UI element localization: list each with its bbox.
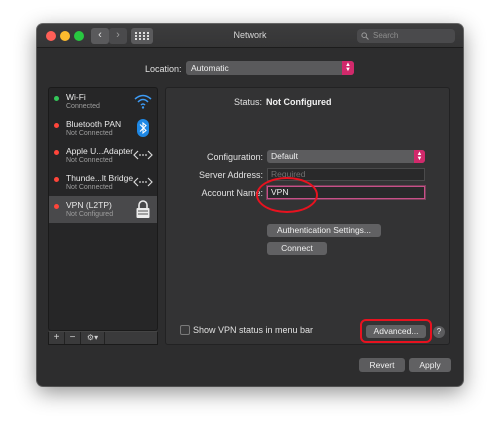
server-address-field[interactable]: Required <box>267 168 425 181</box>
service-item-bluetooth-pan[interactable]: Bluetooth PAN Not Connected <box>49 115 157 142</box>
network-preferences-window: ‹ › Network Search Location: Automatic ▲… <box>37 24 463 386</box>
location-value: Automatic <box>191 63 229 73</box>
account-name-label: Account Name: <box>201 188 263 198</box>
vpn-details-panel <box>165 87 450 345</box>
show-vpn-status-checkbox[interactable] <box>180 325 190 335</box>
connect-button[interactable]: Connect <box>267 242 327 255</box>
revert-button[interactable]: Revert <box>359 358 405 372</box>
status-label: Status: <box>234 97 263 107</box>
status-value: Not Configured <box>266 97 332 107</box>
status-dot <box>54 96 59 101</box>
show-vpn-status-label: Show VPN status in menu bar <box>193 325 314 335</box>
status-dot <box>54 204 59 209</box>
configuration-label: Configuration: <box>206 152 263 162</box>
status-dot <box>54 123 59 128</box>
add-service-button[interactable]: + <box>49 332 65 344</box>
service-item-thunderbolt-bridge[interactable]: Thunde...lt Bridge Not Connected <box>49 169 157 196</box>
location-label: Location: <box>145 64 182 74</box>
configuration-value: Default <box>271 151 298 161</box>
title-bar: ‹ › Network Search <box>37 24 463 48</box>
status-dot <box>54 177 59 182</box>
search-placeholder: Search <box>373 31 399 40</box>
vpn-lock-icon <box>136 200 150 218</box>
remove-service-button[interactable]: − <box>65 332 81 344</box>
server-address-label: Server Address: <box>198 170 263 180</box>
gear-menu-button[interactable]: ⚙▾ <box>81 332 105 344</box>
select-arrows-icon: ▲ ▼ <box>342 61 354 75</box>
account-name-field[interactable]: VPN <box>267 186 425 199</box>
wifi-icon <box>134 94 152 109</box>
ethernet-icon <box>133 177 153 187</box>
help-button[interactable]: ? <box>433 326 445 338</box>
search-icon <box>361 32 369 40</box>
status-dot <box>54 150 59 155</box>
search-field[interactable]: Search <box>357 29 455 43</box>
service-list: Wi-Fi Connected Bluetooth PAN Not Connec… <box>48 87 158 331</box>
authentication-settings-button[interactable]: Authentication Settings... <box>267 224 381 237</box>
select-arrows-icon: ▲ ▼ <box>414 150 425 163</box>
service-item-vpn-l2tp[interactable]: VPN (L2TP) Not Configured <box>49 196 157 223</box>
configuration-select[interactable]: Default ▲ ▼ <box>267 150 425 163</box>
apply-button[interactable]: Apply <box>409 358 451 372</box>
service-list-toolbar: + − ⚙▾ <box>48 331 158 345</box>
bluetooth-icon <box>137 119 149 137</box>
ethernet-icon <box>133 150 153 160</box>
advanced-button[interactable]: Advanced... <box>366 325 426 338</box>
service-item-wifi[interactable]: Wi-Fi Connected <box>49 88 157 115</box>
location-select[interactable]: Automatic ▲ ▼ <box>186 61 354 75</box>
service-item-apple-usb-adapter[interactable]: Apple U...Adapter Not Connected <box>49 142 157 169</box>
